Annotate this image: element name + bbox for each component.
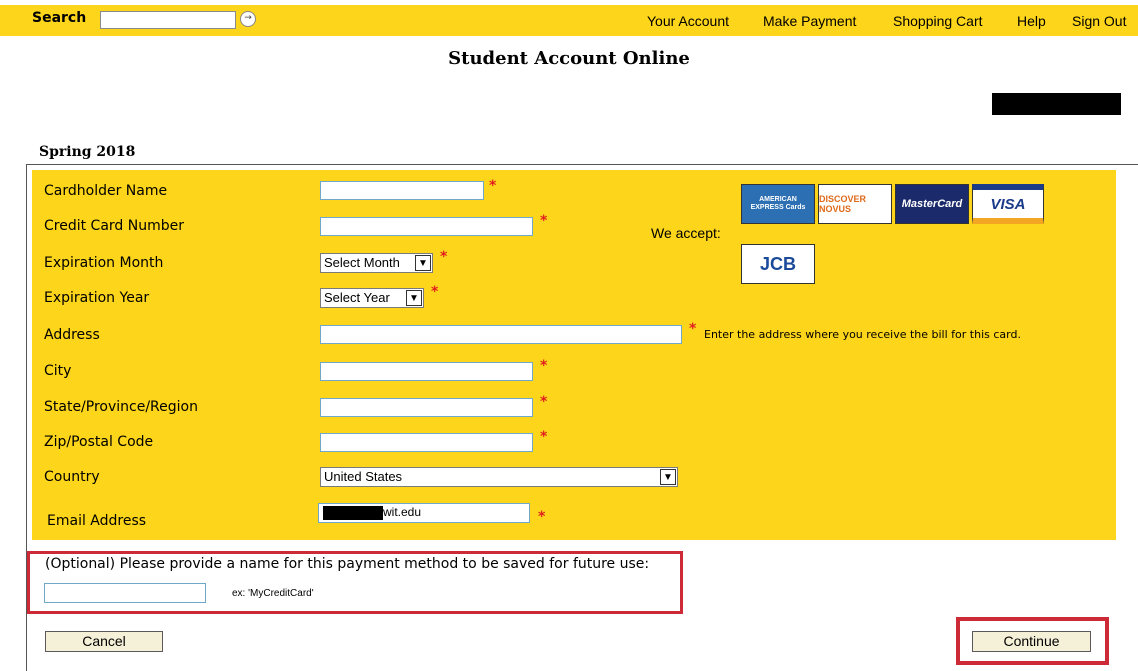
expiration-month-value: Select Month xyxy=(324,255,400,270)
required-marker: * xyxy=(540,429,548,445)
cardholder-name-input[interactable] xyxy=(320,181,484,200)
state-label: State/Province/Region xyxy=(44,399,198,415)
required-marker: * xyxy=(489,178,497,194)
state-input[interactable] xyxy=(320,398,533,417)
search-input[interactable] xyxy=(100,11,236,29)
expiration-month-label: Expiration Month xyxy=(44,255,164,271)
required-marker: * xyxy=(540,358,548,374)
card-number-label: Credit Card Number xyxy=(44,218,184,234)
required-marker: * xyxy=(431,284,439,300)
redacted-block xyxy=(992,93,1121,115)
nav-your-account[interactable]: Your Account xyxy=(647,13,729,29)
continue-button[interactable]: Continue xyxy=(972,631,1091,652)
cardholder-name-label: Cardholder Name xyxy=(44,183,168,199)
expiration-year-value: Select Year xyxy=(324,290,390,305)
jcb-card-logo: JCB xyxy=(741,244,815,284)
visa-card-logo: VISA xyxy=(972,184,1044,224)
country-select[interactable]: United States ▼ xyxy=(320,467,678,487)
address-input[interactable] xyxy=(320,325,682,344)
mastercard-logo: MasterCard xyxy=(895,184,969,224)
required-marker: * xyxy=(540,213,548,229)
city-label: City xyxy=(44,363,72,379)
discover-card-logo: DISCOVER NOVUS xyxy=(818,184,892,224)
required-marker: * xyxy=(689,321,697,337)
country-label: Country xyxy=(44,469,100,485)
email-input[interactable]: wit.edu xyxy=(318,503,530,523)
email-label: Email Address xyxy=(47,513,147,529)
required-marker: * xyxy=(540,394,548,410)
optional-save-prompt: (Optional) Please provide a name for thi… xyxy=(45,556,650,572)
email-domain: wit.edu xyxy=(383,505,422,519)
we-accept-label: We accept: xyxy=(651,225,721,241)
card-number-input[interactable] xyxy=(320,217,533,236)
nav-shopping-cart[interactable]: Shopping Cart xyxy=(893,13,983,29)
redacted-email-prefix xyxy=(323,505,383,520)
cancel-button[interactable]: Cancel xyxy=(45,631,163,652)
payment-method-name-input[interactable] xyxy=(44,583,206,603)
search-go-icon[interactable]: → xyxy=(240,11,256,27)
expiration-month-select[interactable]: Select Month ▼ xyxy=(320,253,433,273)
nav-help[interactable]: Help xyxy=(1017,13,1046,29)
zip-input[interactable] xyxy=(320,433,533,452)
chevron-down-icon[interactable]: ▼ xyxy=(415,255,431,271)
city-input[interactable] xyxy=(320,362,533,381)
expiration-year-select[interactable]: Select Year ▼ xyxy=(320,288,424,308)
page-title: Student Account Online xyxy=(448,48,690,69)
amex-card-logo: AMERICAN EXPRESS Cards xyxy=(741,184,815,224)
chevron-down-icon[interactable]: ▼ xyxy=(406,290,422,306)
country-value: United States xyxy=(324,469,403,484)
form-frame-top-border xyxy=(26,164,1138,165)
search-label: Search xyxy=(32,10,87,26)
nav-make-payment[interactable]: Make Payment xyxy=(763,13,856,29)
required-marker: * xyxy=(538,509,546,525)
address-note: Enter the address where you receive the … xyxy=(704,328,1021,341)
nav-sign-out[interactable]: Sign Out xyxy=(1072,13,1126,29)
zip-label: Zip/Postal Code xyxy=(44,434,154,450)
chevron-down-icon[interactable]: ▼ xyxy=(660,469,676,485)
address-label: Address xyxy=(44,327,100,343)
example-hint: ex: 'MyCreditCard' xyxy=(232,588,314,599)
term-heading: Spring 2018 xyxy=(39,144,136,160)
expiration-year-label: Expiration Year xyxy=(44,290,150,306)
required-marker: * xyxy=(440,249,448,265)
